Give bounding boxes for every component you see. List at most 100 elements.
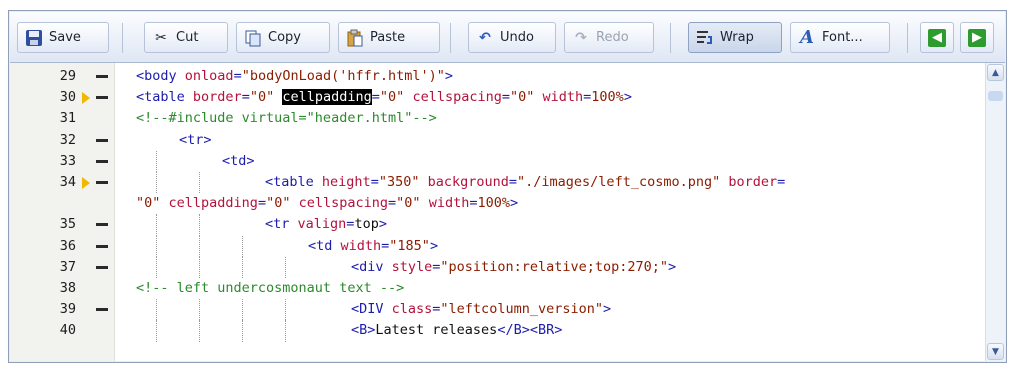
- indent-guide: [242, 320, 243, 342]
- redo-icon: ↷: [575, 29, 587, 46]
- code-text: <table border="0" cellpadding="0" cellsp…: [136, 89, 632, 106]
- word-wrap-icon: [696, 29, 714, 47]
- font-icon: A: [800, 26, 814, 48]
- bookmark-arrow-icon[interactable]: [82, 177, 90, 189]
- scroll-thumb[interactable]: [988, 91, 1003, 101]
- fold-toggle-icon[interactable]: [96, 138, 108, 142]
- code-line: 30 <table border="0" cellpadding="0" cell…: [10, 87, 980, 108]
- toolbar-separator: [670, 23, 671, 53]
- fold-toggle-icon[interactable]: [96, 181, 108, 184]
- cut-label: Cut: [176, 30, 199, 45]
- toolbar-separator: [122, 23, 123, 53]
- line-number: 30: [59, 89, 76, 106]
- wrap-toggle-button[interactable]: Wrap: [688, 22, 782, 53]
- code-line: 32 <tr>: [10, 130, 980, 151]
- code-editor-window: Save ✂ Cut Copy Paste ↶ Undo ↷ Redo Wrap…: [8, 10, 1007, 363]
- indent-guide: [199, 214, 200, 236]
- code-line: 35 <tr valign=top>: [10, 214, 980, 236]
- copy-label: Copy: [268, 30, 301, 45]
- indent-guide: [156, 299, 157, 321]
- indent-guide: [285, 299, 286, 321]
- wrap-label: Wrap: [720, 30, 754, 45]
- save-label: Save: [49, 30, 81, 45]
- fold-toggle-icon[interactable]: [96, 75, 108, 78]
- chevron-up-icon: ▲: [992, 67, 999, 78]
- line-number: 37: [59, 258, 76, 275]
- font-label: Font...: [822, 30, 863, 45]
- code-text: <div style="position:relative;top:270;">: [351, 258, 677, 275]
- indent-guide: [156, 320, 157, 342]
- code-line: 38 <!-- left undercosmonaut text -->: [10, 278, 980, 299]
- indent-guide: [285, 320, 286, 342]
- line-number: 39: [59, 301, 76, 318]
- line-number: 40: [59, 322, 76, 339]
- next-button[interactable]: ▶: [960, 22, 994, 53]
- indent-guide: [242, 299, 243, 321]
- code-line: "0" cellpadding="0" cellspacing="0" widt…: [10, 193, 980, 214]
- floppy-disk-icon: [25, 29, 43, 47]
- code-text: <td width="185">: [308, 237, 439, 254]
- code-text: <DIV class="leftcolumn_version">: [351, 301, 612, 318]
- scissors-icon: ✂: [155, 29, 167, 46]
- indent-guide: [199, 235, 200, 257]
- paste-label: Paste: [370, 30, 406, 45]
- indent-guide: [199, 299, 200, 321]
- toolbar-separator: [907, 23, 908, 53]
- code-line: 40 <B>Latest releases</B><BR>: [10, 320, 980, 342]
- indent-guide: [242, 256, 243, 278]
- indent-guide: [285, 256, 286, 278]
- undo-label: Undo: [500, 30, 534, 45]
- line-number: 31: [59, 110, 76, 127]
- fold-toggle-icon[interactable]: [96, 159, 108, 163]
- code-text: <!--#include virtual="header.html"-->: [136, 110, 437, 127]
- chevron-down-icon: ▼: [992, 346, 999, 357]
- vertical-scrollbar[interactable]: ▲ ▼: [985, 63, 1005, 361]
- previous-button[interactable]: ◀: [920, 22, 954, 53]
- bookmark-arrow-icon[interactable]: [82, 92, 90, 105]
- code-text: <!-- left undercosmonaut text -->: [136, 280, 405, 296]
- code-text: <table height="350" background="./images…: [265, 174, 786, 190]
- paste-button[interactable]: Paste: [338, 22, 440, 53]
- indent-guide: [199, 172, 200, 194]
- cut-button[interactable]: ✂ Cut: [144, 22, 228, 53]
- toolbar: Save ✂ Cut Copy Paste ↶ Undo ↷ Redo Wrap…: [10, 12, 1005, 63]
- code-line: 31 <!--#include virtual="header.html"-->: [10, 108, 980, 129]
- fold-toggle-icon[interactable]: [96, 244, 108, 248]
- copy-icon: [244, 29, 262, 47]
- code-text: <tr>: [179, 131, 212, 148]
- line-number: 35: [59, 216, 76, 233]
- code-line: 29 <body onload="bodyOnLoad('hffr.html')"…: [10, 66, 980, 87]
- code-line: 33 <td>: [10, 150, 980, 172]
- indent-guide: [199, 320, 200, 342]
- code-area[interactable]: 29 <body onload="bodyOnLoad('hffr.html')"…: [10, 63, 1005, 361]
- save-button[interactable]: Save: [17, 22, 109, 53]
- code-text: "0" cellpadding="0" cellspacing="0" widt…: [136, 195, 519, 212]
- code-text: <tr valign=top>: [265, 216, 387, 233]
- undo-button[interactable]: ↶ Undo: [468, 22, 556, 53]
- scroll-down-button[interactable]: ▼: [987, 343, 1004, 360]
- font-button[interactable]: A Font...: [790, 22, 890, 53]
- indent-guide: [156, 256, 157, 278]
- code-line: 34 <table height="350" background="./imag…: [10, 172, 980, 194]
- indent-guide: [156, 235, 157, 257]
- undo-icon: ↶: [479, 29, 491, 46]
- code-text: <body onload="bodyOnLoad('hffr.html')">: [136, 68, 454, 84]
- indent-guide: [242, 235, 243, 257]
- code-text: <B>Latest releases</B><BR>: [351, 322, 563, 339]
- fold-toggle-icon[interactable]: [96, 223, 108, 227]
- indent-guide: [156, 150, 157, 172]
- redo-label: Redo: [596, 30, 629, 45]
- line-number: 33: [59, 152, 76, 169]
- toolbar-separator: [450, 23, 451, 53]
- scroll-up-button[interactable]: ▲: [987, 64, 1004, 81]
- code-text: <td>: [222, 152, 255, 169]
- arrow-left-icon: ◀: [928, 28, 946, 47]
- fold-toggle-icon[interactable]: [96, 96, 108, 100]
- fold-toggle-icon[interactable]: [96, 265, 108, 269]
- code-line: 37 <div style="position:relative;top:270;…: [10, 256, 980, 278]
- redo-button[interactable]: ↷ Redo: [564, 22, 654, 53]
- line-number: 34: [59, 174, 76, 190]
- copy-button[interactable]: Copy: [236, 22, 330, 53]
- fold-toggle-icon[interactable]: [96, 308, 108, 312]
- code-line: 39 <DIV class="leftcolumn_version">: [10, 299, 980, 321]
